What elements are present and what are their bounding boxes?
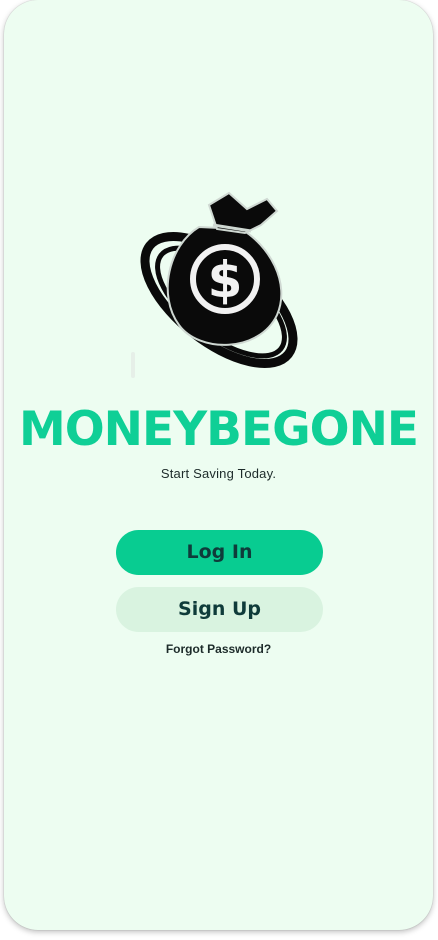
forgot-password-link[interactable]: Forgot Password? <box>4 642 433 656</box>
tagline: Start Saving Today. <box>160 466 277 481</box>
brand-title: MONEYBEGONE <box>18 402 419 457</box>
phone-screen: $ MONEYBEGONE Start Saving Today. Log In… <box>4 0 433 930</box>
svg-text:$: $ <box>208 251 243 309</box>
signup-button[interactable]: Sign Up <box>116 587 323 632</box>
login-button[interactable]: Log In <box>116 530 323 575</box>
money-bag-logo-icon: $ <box>129 185 311 370</box>
decorative-mark <box>131 352 135 378</box>
